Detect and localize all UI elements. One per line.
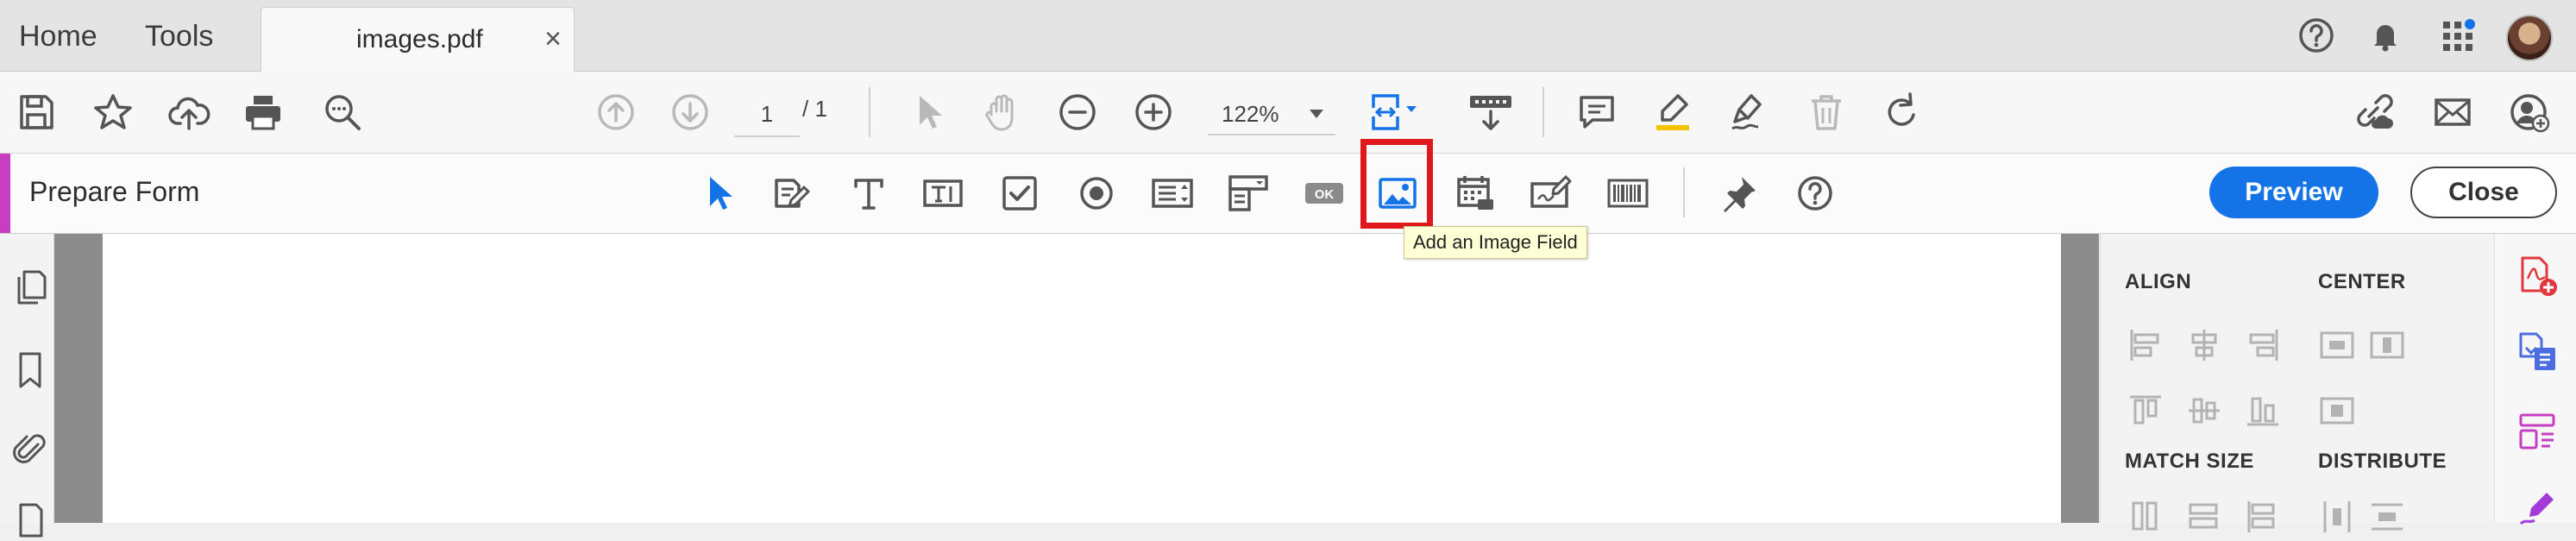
ok-button-icon[interactable]: OK (1301, 170, 1348, 217)
zoom-in-icon[interactable] (1130, 89, 1177, 135)
distribute-vertical-icon[interactable] (2368, 498, 2406, 536)
match-both-icon[interactable] (2244, 498, 2282, 536)
tab-tools[interactable]: Tools (145, 0, 213, 71)
save-icon[interactable] (13, 89, 60, 135)
checkbox-icon[interactable] (996, 170, 1043, 217)
zoom-value: 122% (1222, 101, 1279, 127)
align-middle-icon[interactable] (2185, 392, 2223, 430)
document-canvas[interactable] (54, 234, 2099, 523)
tooltip: Add an Image Field (1404, 226, 1587, 259)
page-total: / 1 (802, 96, 827, 122)
prepare-form-divider (1683, 167, 1685, 217)
chevron-down-icon (1310, 110, 1323, 118)
page-up-icon[interactable] (593, 89, 639, 135)
ok-button-text: OK (1315, 187, 1335, 202)
rotate-icon[interactable] (1879, 89, 1926, 135)
align-center-horizontal-icon[interactable] (2185, 326, 2223, 364)
fill-sign-icon[interactable] (2514, 484, 2560, 531)
date-field-icon[interactable] (1452, 170, 1498, 217)
form-properties-panel: ALIGN CENTER MATCH SIZE DISTRIBUTE (2100, 234, 2494, 532)
align-heading: ALIGN (2125, 270, 2192, 293)
sign-icon[interactable] (1725, 89, 1772, 135)
radio-icon[interactable] (1073, 170, 1120, 217)
pin-icon[interactable] (1716, 170, 1762, 217)
export-pdf-icon[interactable] (2514, 329, 2560, 375)
zoom-search-icon[interactable] (319, 89, 366, 135)
zoom-dropdown[interactable]: 122% (1208, 92, 1335, 135)
center-horizontal-icon[interactable] (2318, 326, 2356, 364)
prepare-form-accent (0, 154, 10, 233)
pages-icon[interactable] (12, 267, 48, 308)
bookmark-icon[interactable] (12, 349, 48, 391)
help-icon[interactable] (1792, 170, 1838, 217)
center-heading: CENTER (2318, 270, 2406, 293)
toolbar-divider (1542, 87, 1544, 137)
star-icon[interactable] (90, 89, 136, 135)
zoom-out-icon[interactable] (1054, 89, 1101, 135)
page-fit-icon[interactable] (1367, 89, 1427, 135)
match-height-icon[interactable] (2185, 498, 2223, 536)
document-tab-title: images.pdf (356, 25, 483, 53)
share-link-icon[interactable] (2350, 89, 2397, 135)
create-pdf-icon[interactable] (2514, 253, 2560, 299)
right-tools-rail (2494, 234, 2576, 525)
prepare-form-title: Prepare Form (29, 176, 200, 207)
edit-form-icon[interactable] (768, 170, 814, 217)
page-number-input[interactable] (734, 92, 800, 137)
bell-icon[interactable] (2362, 12, 2409, 59)
close-button[interactable]: Close (2410, 167, 2557, 218)
prepare-form-bar: Prepare Form OK (0, 154, 2576, 234)
align-right-icon[interactable] (2244, 326, 2282, 364)
avatar[interactable] (2506, 15, 2553, 61)
attachment-icon[interactable] (12, 429, 48, 470)
barcode-icon[interactable] (1605, 170, 1651, 217)
layers-icon[interactable] (12, 500, 48, 541)
distribute-heading: DISTRIBUTE (2318, 450, 2447, 473)
select-icon[interactable] (694, 170, 741, 217)
print-icon[interactable] (240, 89, 286, 135)
text-field-icon[interactable] (920, 170, 966, 217)
image-field-highlight (1360, 139, 1433, 229)
delete-icon[interactable] (1803, 89, 1850, 135)
prepare-form-tool-icon[interactable] (2514, 408, 2560, 455)
align-bottom-icon[interactable] (2244, 392, 2282, 430)
match-width-icon[interactable] (2127, 498, 2164, 536)
cloud-upload-icon[interactable] (166, 89, 212, 135)
comment-icon[interactable] (1574, 89, 1620, 135)
tab-home[interactable]: Home (19, 0, 97, 71)
text-icon[interactable] (845, 170, 892, 217)
highlight-icon[interactable] (1649, 89, 1696, 135)
hand-icon[interactable] (978, 89, 1025, 135)
document-tab[interactable]: images.pdf × (261, 7, 575, 72)
page-down-icon[interactable] (667, 89, 713, 135)
apps-grid-icon[interactable] (2435, 12, 2481, 59)
mail-icon[interactable] (2429, 89, 2476, 135)
align-left-icon[interactable] (2127, 326, 2164, 364)
add-user-icon[interactable] (2505, 89, 2552, 135)
select-pointer-icon[interactable] (905, 89, 952, 135)
scroll-mode-icon[interactable] (1463, 89, 1518, 135)
help-icon[interactable] (2293, 12, 2340, 59)
center-both-icon[interactable] (2318, 392, 2356, 430)
pdf-page[interactable] (103, 234, 2061, 523)
list-box-icon[interactable] (1149, 170, 1196, 217)
distribute-horizontal-icon[interactable] (2318, 498, 2356, 536)
dropdown-icon[interactable] (1225, 170, 1272, 217)
match-size-heading: MATCH SIZE (2125, 450, 2254, 473)
signature-icon[interactable] (1528, 170, 1574, 217)
align-top-icon[interactable] (2127, 392, 2164, 430)
preview-button[interactable]: Preview (2209, 167, 2378, 218)
tab-bar: Home Tools images.pdf × (0, 0, 2576, 72)
close-tab-icon[interactable]: × (544, 22, 562, 56)
left-rail (0, 234, 54, 538)
center-vertical-icon[interactable] (2368, 326, 2406, 364)
main-toolbar: / 1 122% (0, 72, 2576, 154)
toolbar-divider (869, 87, 870, 137)
